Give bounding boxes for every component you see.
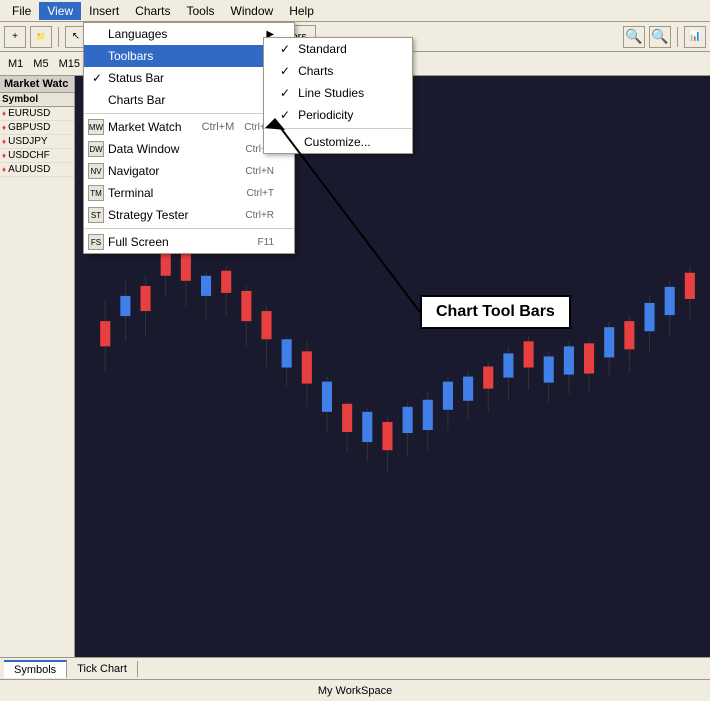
- sidebar-col-header: Symbol: [0, 93, 74, 107]
- menu-terminal[interactable]: TM Terminal Ctrl+T: [84, 182, 294, 204]
- symbol-name: GBPUSD: [8, 122, 50, 133]
- symbol-icon: ♦: [2, 151, 6, 160]
- submenu-line-studies[interactable]: ✓ Line Studies: [264, 82, 412, 104]
- check-status-bar: ✓: [92, 71, 102, 85]
- symbol-name: AUDUSD: [8, 164, 50, 175]
- symbol-icon: ♦: [2, 137, 6, 146]
- icon-terminal: TM: [88, 185, 104, 201]
- menu-window[interactable]: Window: [223, 2, 282, 20]
- submenu-periodicity[interactable]: ✓ Periodicity: [264, 104, 412, 126]
- submenu-customize[interactable]: Customize...: [264, 131, 412, 153]
- languages-label: Languages: [108, 27, 167, 41]
- shortcut-mw: Ctrl+M: [202, 121, 235, 133]
- status-bar: My WorkSpace: [0, 679, 710, 701]
- chart-props-btn[interactable]: 📊: [684, 26, 706, 48]
- menu-bar: File View Insert Charts Tools Window Hel…: [0, 0, 710, 22]
- zoom-out-btn[interactable]: 🔍: [649, 26, 671, 48]
- callout-box: Chart Tool Bars: [420, 295, 571, 329]
- toolbar-open[interactable]: 📁: [30, 26, 52, 48]
- market-watch-sidebar: Market Watc Symbol ♦ EURUSD ♦ GBPUSD ♦ U…: [0, 76, 75, 657]
- symbol-icon: ♦: [2, 123, 6, 132]
- list-item[interactable]: ♦ USDCHF: [0, 149, 74, 163]
- bottom-tabs: Symbols Tick Chart: [0, 657, 710, 679]
- menu-full-screen[interactable]: FS Full Screen F11: [84, 231, 294, 253]
- submenu-divider: [264, 128, 412, 129]
- icon-data-window: DW: [88, 141, 104, 157]
- toolbars-submenu: ✓ Standard ✓ Charts ✓ Line Studies ✓ Per…: [263, 37, 413, 154]
- tf-m5[interactable]: M5: [29, 57, 52, 71]
- menu-insert[interactable]: Insert: [81, 2, 127, 20]
- symbol-icon: ♦: [2, 109, 6, 118]
- market-watch-title: Market Watc: [0, 76, 74, 93]
- menu-help[interactable]: Help: [281, 2, 322, 20]
- icon-navigator: NV: [88, 163, 104, 179]
- menu-file[interactable]: File: [4, 2, 39, 20]
- check-periodicity: ✓: [280, 108, 290, 122]
- list-item[interactable]: ♦ EURUSD: [0, 107, 74, 121]
- menu-navigator[interactable]: NV Navigator Ctrl+N: [84, 160, 294, 182]
- menu-tools[interactable]: Tools: [179, 2, 223, 20]
- menu-divider2: [84, 228, 294, 229]
- toolbar-new[interactable]: +: [4, 26, 26, 48]
- check-line-studies: ✓: [280, 86, 290, 100]
- check-standard: ✓: [280, 42, 290, 56]
- menu-view[interactable]: View: [39, 2, 81, 20]
- toolbar-sep4: [677, 27, 678, 47]
- symbol-icon: ♦: [2, 165, 6, 174]
- workspace-label: My WorkSpace: [318, 685, 392, 697]
- toolbars-label: Toolbars: [108, 49, 153, 63]
- menu-strategy-tester[interactable]: ST Strategy Tester Ctrl+R: [84, 204, 294, 226]
- list-item[interactable]: ♦ USDJPY: [0, 135, 74, 149]
- list-item[interactable]: ♦ GBPUSD: [0, 121, 74, 135]
- tab-tick-chart[interactable]: Tick Chart: [67, 661, 138, 677]
- toolbar-sep1: [58, 27, 59, 47]
- icon-market-watch: MW: [88, 119, 104, 135]
- zoom-in-btn[interactable]: 🔍: [623, 26, 645, 48]
- submenu-standard[interactable]: ✓ Standard: [264, 38, 412, 60]
- list-item[interactable]: ♦ AUDUSD: [0, 163, 74, 177]
- icon-strategy-tester: ST: [88, 207, 104, 223]
- symbol-name: USDJPY: [8, 136, 47, 147]
- symbol-name: USDCHF: [8, 150, 50, 161]
- tf-m1[interactable]: M1: [4, 57, 27, 71]
- callout-text: Chart Tool Bars: [436, 303, 555, 320]
- tf-m15[interactable]: M15: [55, 57, 84, 71]
- check-charts: ✓: [280, 64, 290, 78]
- submenu-charts[interactable]: ✓ Charts: [264, 60, 412, 82]
- menu-charts[interactable]: Charts: [127, 2, 178, 20]
- symbol-name: EURUSD: [8, 108, 50, 119]
- tab-symbols[interactable]: Symbols: [4, 660, 67, 678]
- icon-full-screen: FS: [88, 234, 104, 250]
